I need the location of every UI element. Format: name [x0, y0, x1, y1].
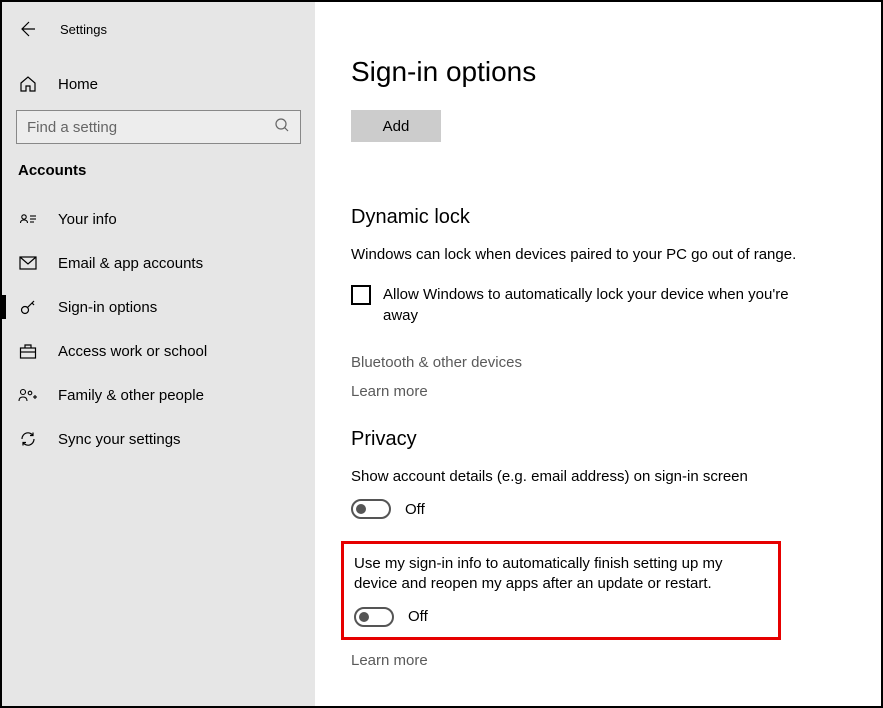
privacy-title: Privacy — [351, 428, 845, 451]
home-icon — [18, 75, 38, 93]
search-input[interactable] — [27, 119, 274, 136]
topbar: Settings — [2, 12, 315, 46]
privacy-setting1-desc: Show account details (e.g. email address… — [351, 467, 791, 487]
page-title: Sign-in options — [351, 56, 845, 88]
category-header: Accounts — [2, 162, 315, 191]
nav-item-work[interactable]: Access work or school — [2, 329, 315, 373]
mail-icon — [18, 256, 38, 270]
nav-label: Sync your settings — [58, 431, 181, 448]
nav-label: Email & app accounts — [58, 255, 203, 272]
sidebar: Settings Home Accounts Your info Email &… — [2, 2, 315, 706]
person-card-icon — [18, 212, 38, 226]
sync-icon — [18, 430, 38, 448]
privacy-toggle2-label: Off — [408, 608, 428, 625]
privacy-toggle1-row: Off — [351, 499, 845, 519]
privacy-toggle2[interactable] — [354, 607, 394, 627]
dynamic-lock-desc: Windows can lock when devices paired to … — [351, 245, 845, 265]
people-plus-icon — [18, 387, 38, 403]
learn-more-link[interactable]: Learn more — [351, 383, 845, 400]
nav-items: Your info Email & app accounts Sign-in o… — [2, 197, 315, 461]
nav-item-email[interactable]: Email & app accounts — [2, 241, 315, 285]
nav-label: Family & other people — [58, 387, 204, 404]
dynamic-lock-checkbox[interactable] — [351, 285, 371, 305]
back-button[interactable] — [18, 20, 36, 38]
privacy-toggle1-label: Off — [405, 501, 425, 518]
privacy-learn-more-link[interactable]: Learn more — [351, 652, 845, 669]
dynamic-lock-checkbox-row: Allow Windows to automatically lock your… — [351, 285, 811, 326]
sidebar-home[interactable]: Home — [2, 62, 315, 106]
search-icon — [274, 117, 290, 137]
privacy-toggle1[interactable] — [351, 499, 391, 519]
nav-item-sync[interactable]: Sync your settings — [2, 417, 315, 461]
privacy-toggle2-row: Off — [354, 607, 768, 627]
search-box[interactable] — [16, 110, 301, 144]
dynamic-lock-checkbox-label: Allow Windows to automatically lock your… — [383, 285, 811, 326]
briefcase-icon — [18, 343, 38, 359]
key-icon — [18, 298, 38, 316]
nav-item-family[interactable]: Family & other people — [2, 373, 315, 417]
nav-label: Your info — [58, 211, 117, 228]
dynamic-lock-title: Dynamic lock — [351, 206, 845, 229]
window-title: Settings — [60, 22, 107, 37]
add-button[interactable]: Add — [351, 110, 441, 142]
nav-label: Sign-in options — [58, 299, 157, 316]
nav-label: Access work or school — [58, 343, 207, 360]
highlight-box: Use my sign-in info to automatically fin… — [341, 541, 781, 640]
bluetooth-link[interactable]: Bluetooth & other devices — [351, 354, 845, 371]
privacy-setting2-desc: Use my sign-in info to automatically fin… — [354, 554, 768, 595]
main-content: Sign-in options Add Dynamic lock Windows… — [315, 2, 881, 706]
nav-item-your-info[interactable]: Your info — [2, 197, 315, 241]
home-label: Home — [58, 76, 98, 93]
nav-item-signin[interactable]: Sign-in options — [2, 285, 315, 329]
